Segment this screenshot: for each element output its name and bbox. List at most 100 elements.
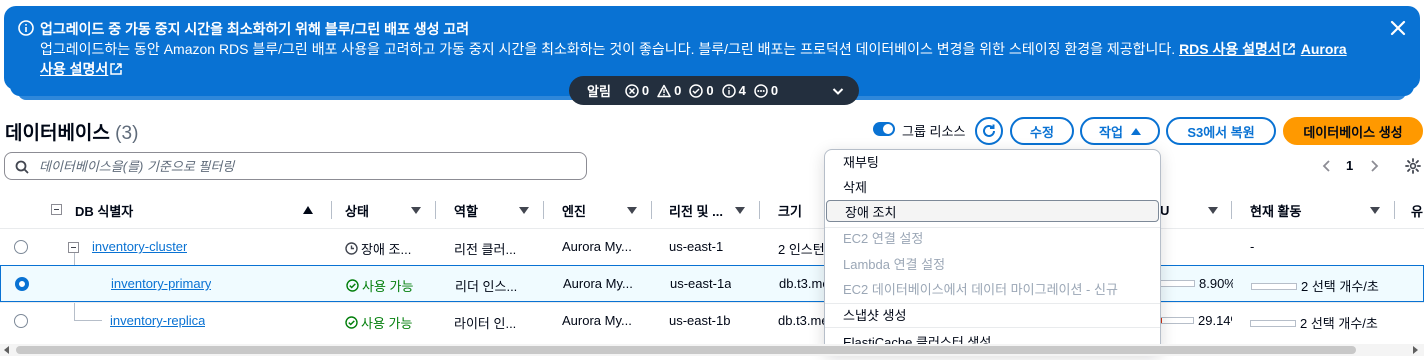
column-cpu[interactable]: U	[1160, 200, 1169, 220]
collapse-icon[interactable]	[68, 242, 79, 253]
caret-up-icon	[1130, 127, 1141, 135]
chevron-left-icon[interactable]	[1320, 159, 1334, 173]
collapse-all-icon[interactable]	[51, 204, 62, 215]
menu-item-migrate-ec2-data: EC2 데이터베이스에서 데이터 마이그레이션 - 신규	[843, 281, 1118, 297]
table-row[interactable]: inventory-replica 사용 가능 라이터 인... Aurora …	[0, 302, 1424, 339]
sort-db-identifier[interactable]	[303, 200, 313, 220]
column-status[interactable]: 상태	[345, 200, 369, 220]
warning-count: 0	[657, 83, 681, 98]
pagination: 1	[1320, 158, 1381, 173]
column-divider[interactable]	[331, 201, 332, 219]
chevron-right-icon[interactable]	[1367, 159, 1381, 173]
scroll-left-arrow[interactable]	[4, 346, 9, 354]
page-title: 데이터베이스 (3)	[5, 123, 139, 144]
sort-icon	[735, 206, 745, 214]
sort-role[interactable]	[519, 200, 529, 220]
restore-from-s3-button[interactable]: S3에서 복원	[1166, 117, 1276, 145]
external-link-icon	[110, 63, 123, 75]
sort-icon	[1208, 206, 1218, 214]
info-count: 4	[721, 83, 746, 98]
menu-item-setup-ec2-connection: EC2 연결 설정	[843, 230, 924, 246]
success-count: 0	[689, 83, 714, 98]
size-cell: db.t3.me	[779, 276, 825, 291]
menu-item-reboot[interactable]: 재부팅	[825, 150, 1160, 172]
db-identifier-link[interactable]: inventory-replica	[110, 313, 205, 328]
activity-cell: -	[1250, 239, 1255, 254]
alerts-bar[interactable]: 알림 0 0 0 4 0	[569, 76, 859, 105]
size-cell: 2 인스턴	[778, 242, 824, 257]
activity-bar	[1251, 283, 1297, 290]
size-cell: db.t3.me	[778, 313, 824, 328]
column-divider[interactable]	[435, 201, 436, 219]
clock-icon	[345, 242, 358, 255]
column-divider[interactable]	[759, 201, 760, 219]
column-divider[interactable]	[543, 201, 544, 219]
column-extra[interactable]: 유	[1411, 200, 1423, 220]
column-divider[interactable]	[1394, 201, 1395, 219]
pending-icon	[754, 83, 768, 98]
group-resources-label: 그룹 리소스	[902, 124, 966, 139]
info-icon	[721, 83, 736, 98]
activity-bar	[1250, 320, 1296, 327]
role-cell: 라이터 인...	[454, 316, 517, 331]
role-cell: 리더 인스...	[455, 279, 518, 294]
group-resources-toggle[interactable]	[873, 122, 895, 136]
rds-user-guide-link[interactable]: RDS 사용 설명서	[1179, 41, 1297, 57]
menu-item-setup-lambda-connection: Lambda 연결 설정	[843, 256, 946, 272]
column-size[interactable]: 크기	[778, 200, 802, 220]
sort-status[interactable]	[411, 200, 421, 220]
search-input[interactable]	[37, 156, 577, 176]
db-identifier-link[interactable]: inventory-cluster	[92, 239, 187, 254]
row-radio[interactable]	[14, 240, 28, 254]
banner-body: 업그레이드하는 동안 Amazon RDS 블루/그린 배포 사용을 고려하고 …	[40, 39, 1360, 79]
scroll-right-arrow[interactable]	[1413, 346, 1418, 354]
region-cell: us-east-1a	[670, 276, 732, 291]
current-page[interactable]: 1	[1346, 158, 1353, 173]
menu-item-failover[interactable]: 장애 조치	[826, 200, 1159, 222]
sort-engine[interactable]	[627, 200, 637, 220]
create-database-button[interactable]: 데이터베이스 생성	[1283, 117, 1423, 145]
banner-body-text: 업그레이드하는 동안 Amazon RDS 블루/그린 배포 사용을 고려하고 …	[40, 41, 1176, 57]
column-divider[interactable]	[1231, 201, 1232, 219]
table-row[interactable]: inventory-primary 사용 가능 리더 인스... Aurora …	[0, 265, 1424, 302]
status-cell: 사용 가능	[346, 276, 413, 295]
column-db-identifier[interactable]: DB 식별자	[75, 200, 133, 220]
gear-icon[interactable]	[1405, 158, 1421, 174]
column-role[interactable]: 역할	[454, 200, 478, 220]
check-circle-icon	[345, 316, 358, 329]
engine-cell: Aurora My...	[562, 313, 632, 328]
actions-button[interactable]: 작업	[1080, 117, 1160, 145]
menu-item-delete[interactable]: 삭제	[825, 175, 1160, 197]
row-radio-selected[interactable]	[15, 277, 29, 291]
row-radio[interactable]	[14, 314, 28, 328]
menu-divider	[825, 327, 1160, 328]
region-cell: us-east-1b	[669, 313, 731, 328]
status-cell: 장애 조...	[345, 239, 427, 258]
db-identifier-link[interactable]: inventory-primary	[111, 276, 211, 291]
engine-cell: Aurora My...	[562, 239, 632, 254]
activity-cell: 2 선택 개수/초	[1251, 276, 1379, 295]
error-icon	[625, 83, 639, 98]
table-row[interactable]: inventory-cluster 장애 조... 리전 클러... Auror…	[0, 228, 1424, 265]
column-region[interactable]: 리전 및 ...	[669, 200, 723, 220]
column-divider[interactable]	[651, 201, 652, 219]
menu-item-take-snapshot[interactable]: 스냅샷 생성	[825, 303, 1160, 325]
error-count: 0	[625, 83, 649, 98]
scrollbar-thumb[interactable]	[16, 346, 1356, 354]
check-circle-icon	[689, 83, 704, 98]
sort-activity[interactable]	[1370, 200, 1380, 220]
column-engine[interactable]: 엔진	[562, 200, 586, 220]
engine-cell: Aurora My...	[563, 276, 633, 291]
column-current-activity[interactable]: 현재 활동	[1250, 200, 1301, 220]
refresh-button[interactable]	[975, 117, 1003, 145]
sort-region[interactable]	[735, 200, 745, 220]
sort-icon	[519, 206, 529, 214]
modify-button[interactable]: 수정	[1010, 117, 1074, 145]
search-icon	[15, 160, 29, 174]
check-circle-icon	[346, 279, 359, 292]
chevron-down-icon[interactable]	[831, 84, 845, 98]
role-cell: 리전 클러...	[454, 242, 517, 257]
sort-cpu[interactable]	[1208, 200, 1218, 220]
sort-icon	[411, 206, 421, 214]
close-icon[interactable]	[1388, 18, 1408, 38]
